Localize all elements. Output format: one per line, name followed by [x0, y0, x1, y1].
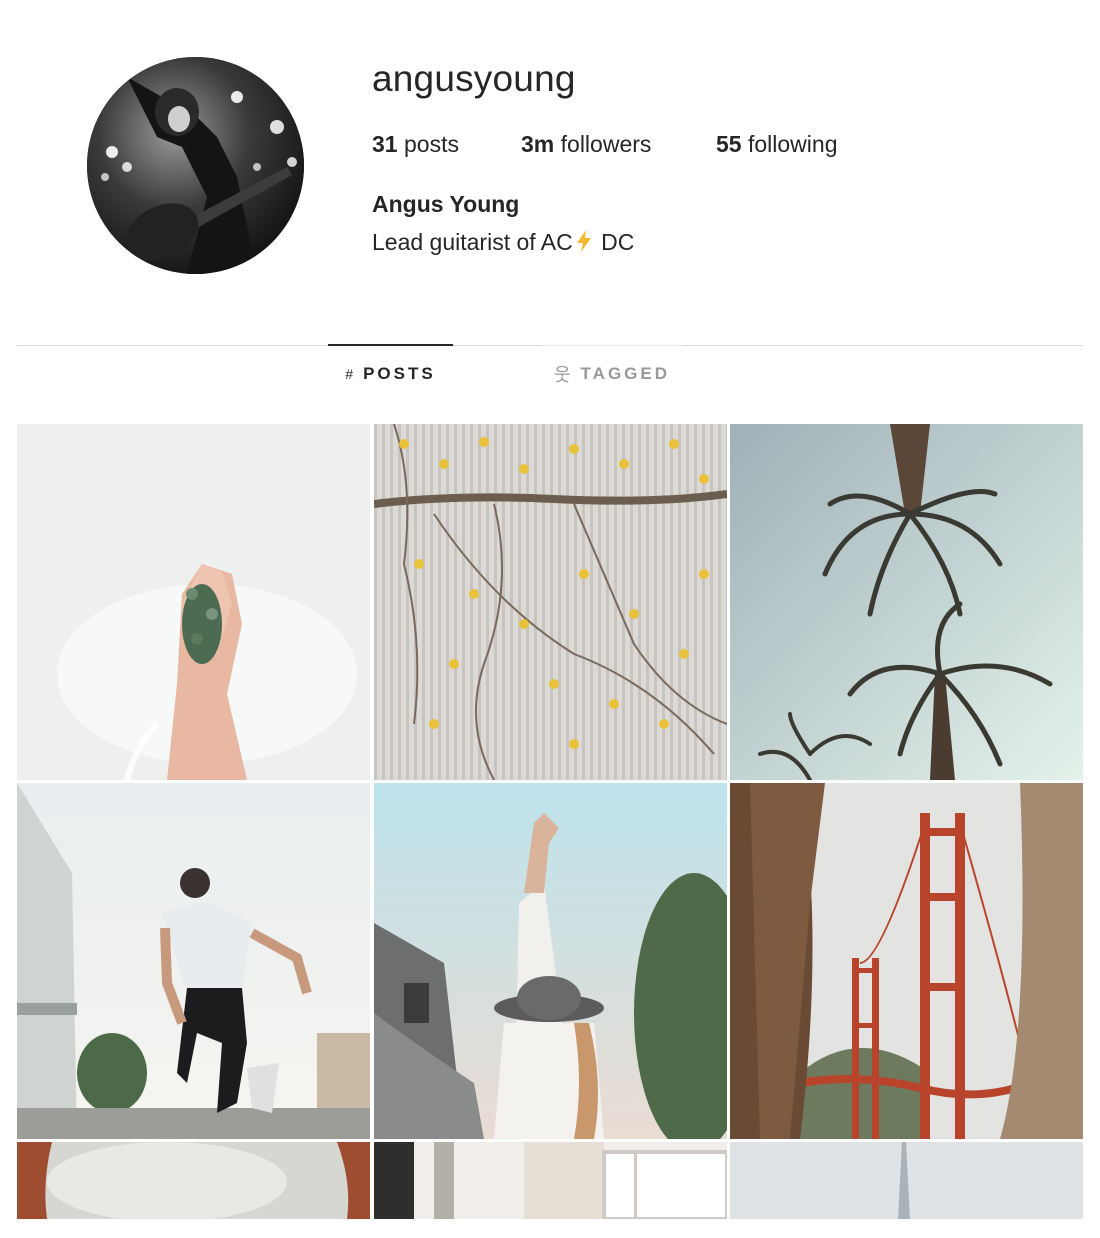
- post-thumbnail-arch-sky[interactable]: [17, 1142, 370, 1219]
- posts-count-label: posts: [403, 131, 459, 157]
- following-count-number: 55: [716, 131, 742, 157]
- profile-username: angusyoung: [372, 58, 576, 99]
- post-thumbnail-golden-gate-bridge[interactable]: [730, 783, 1083, 1139]
- posts-grid: [17, 424, 1083, 1219]
- person-tag-icon: 웃: [553, 365, 571, 385]
- posts-count: 31 posts: [372, 131, 459, 158]
- followers-count-label: followers: [560, 131, 652, 157]
- post-thumbnail-man-jumping[interactable]: [17, 783, 370, 1139]
- following-count[interactable]: 55 following: [716, 131, 837, 158]
- post-thumbnail-window-interior[interactable]: [374, 1142, 727, 1219]
- profile-bio: Lead guitarist of AC DC: [372, 229, 634, 259]
- tab-posts[interactable]: # POSTS: [328, 344, 453, 402]
- post-thumbnail-tower-sky[interactable]: [730, 1142, 1083, 1219]
- post-thumbnail-palm-trees[interactable]: [730, 424, 1083, 780]
- post-thumbnail-hand-plant[interactable]: [17, 424, 370, 780]
- followers-count[interactable]: 3m followers: [521, 131, 651, 158]
- bio-text-prefix: Lead guitarist of AC: [372, 229, 573, 255]
- followers-count-number: 3m: [521, 131, 555, 157]
- profile-avatar[interactable]: [87, 57, 304, 274]
- post-thumbnail-vines-wall[interactable]: [374, 424, 727, 780]
- grid-icon: #: [345, 366, 354, 382]
- bio-text-suffix: DC: [594, 229, 635, 255]
- profile-full-name: Angus Young: [372, 191, 520, 217]
- post-thumbnail-woman-hat[interactable]: [374, 783, 727, 1139]
- tab-posts-label: POSTS: [363, 364, 436, 383]
- lightning-bolt-icon: [573, 229, 595, 259]
- posts-count-number: 31: [372, 131, 398, 157]
- tab-tagged-label: TAGGED: [580, 364, 671, 383]
- tab-tagged[interactable]: 웃 TAGGED: [540, 345, 684, 402]
- following-count-label: following: [747, 131, 838, 157]
